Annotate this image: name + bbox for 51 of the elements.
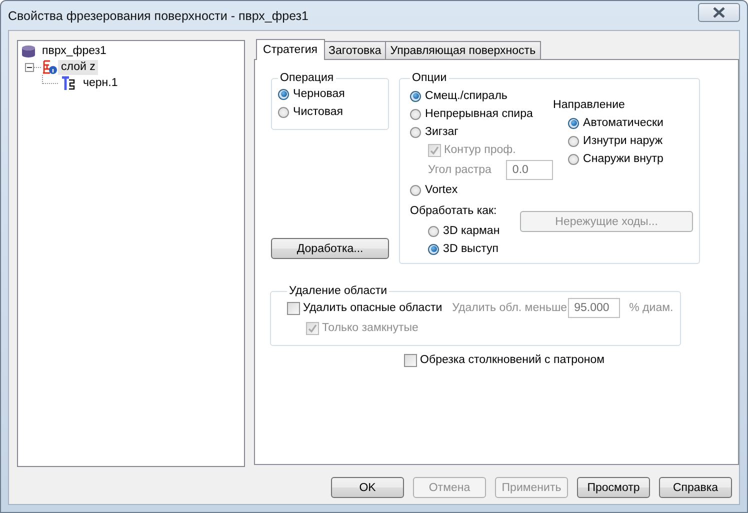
- radio-label[interactable]: Смещ./спираль: [425, 90, 508, 102]
- window-title: Свойства фрезерования поверхности - пврх_фрез1: [8, 8, 308, 22]
- dialog-button[interactable]: Просмотр: [577, 477, 650, 498]
- radio-button[interactable]: [428, 244, 440, 254]
- database-icon: [21, 44, 36, 58]
- radio-button[interactable]: [568, 118, 580, 128]
- tool-icon: [61, 76, 76, 90]
- radio-label[interactable]: 3D выступ: [443, 243, 498, 255]
- section-label: Направление: [553, 98, 626, 112]
- radio-button[interactable]: [410, 108, 422, 120]
- layer-icon: [42, 60, 58, 74]
- radio-button[interactable]: [278, 106, 290, 118]
- radio-label[interactable]: Зигзаг: [425, 126, 458, 138]
- checkbox[interactable]: Удалить опасные области: [287, 299, 442, 317]
- close-icon: [713, 7, 725, 18]
- rework-button[interactable]: Доработка...: [271, 238, 390, 259]
- checkbox[interactable]: Обрезка столкновений с патроном: [404, 351, 738, 369]
- group-title: Опции: [411, 72, 448, 84]
- tab[interactable]: Заготовка: [324, 41, 386, 59]
- checkmark-icon: [429, 144, 440, 156]
- radio-label[interactable]: Чистовая: [293, 106, 344, 118]
- group-title: Удаление области: [288, 285, 388, 297]
- tab[interactable]: Стратегия: [256, 39, 325, 60]
- radio-label[interactable]: Изнутри наруж: [583, 135, 663, 147]
- section-label: Обработать как:: [410, 204, 498, 219]
- radio-label[interactable]: Снаружи внутр: [583, 153, 664, 165]
- radio-button[interactable]: [410, 184, 422, 196]
- radio-label[interactable]: Непрерывная спира: [425, 108, 533, 120]
- tree-item[interactable]: слой z: [58, 60, 98, 74]
- field-label: Угол растра: [428, 164, 492, 176]
- radio-button[interactable]: [428, 226, 440, 236]
- group-title: Операция: [279, 72, 335, 84]
- radio-button[interactable]: [568, 136, 580, 146]
- dialog-button[interactable]: Справка: [659, 477, 732, 498]
- radio-button[interactable]: [568, 154, 580, 164]
- tree-item[interactable]: пврх_фрез1: [40, 44, 108, 58]
- radio-label[interactable]: Черновая: [293, 88, 345, 100]
- close-button[interactable]: [698, 3, 740, 22]
- unit-label: % диам.: [629, 302, 674, 314]
- radio-button[interactable]: [410, 126, 422, 138]
- radio-label[interactable]: Автоматически: [583, 117, 664, 129]
- dialog-button[interactable]: OK: [331, 477, 404, 498]
- radio-button[interactable]: [410, 90, 422, 102]
- checkmark-icon: [307, 322, 318, 334]
- field-label: Удалить обл. меньше: [452, 302, 568, 314]
- radio-label[interactable]: 3D карман: [443, 225, 500, 237]
- collapse-toggle[interactable]: [25, 62, 34, 72]
- radio-label[interactable]: Vortex: [425, 184, 458, 196]
- tree-item[interactable]: черн.1: [81, 76, 120, 90]
- radio-button[interactable]: [278, 88, 290, 100]
- tab[interactable]: Управляющая поверхность: [385, 41, 541, 59]
